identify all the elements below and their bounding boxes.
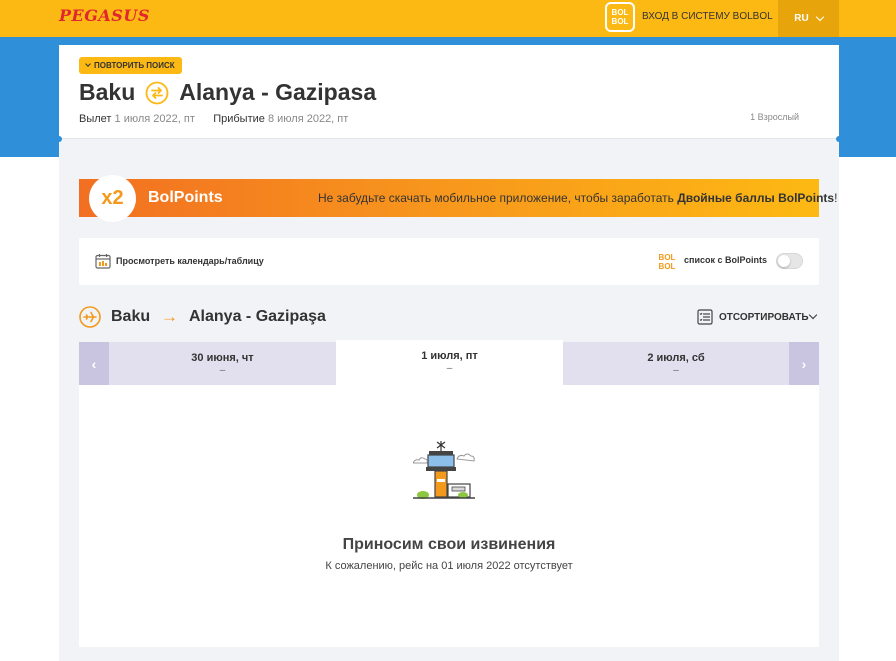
day-tab-price: – xyxy=(446,363,453,374)
sort-icon[interactable] xyxy=(697,309,713,325)
language-label: RU xyxy=(794,13,809,24)
top-bar: PEGASUS BOL BOL ВХОД В СИСТЕМУ BOLBOL RU xyxy=(0,0,896,37)
passenger-count: 1 Взрослый xyxy=(750,112,799,122)
card-edge-dot xyxy=(836,136,842,142)
prev-day-button[interactable]: ‹ xyxy=(79,342,109,385)
day-tab[interactable]: 30 июня, чт – xyxy=(109,342,336,385)
options-row: Просмотреть календарь/таблицу BOL BOL сп… xyxy=(79,238,819,285)
bolbol-logo-text-bottom: BOL xyxy=(658,262,676,271)
plane-icon xyxy=(79,306,101,328)
bolbol-icon-text-bottom: BOL xyxy=(611,17,629,26)
pegasus-logo[interactable]: PEGASUS xyxy=(59,6,150,25)
calendar-view-link[interactable]: Просмотреть календарь/таблицу xyxy=(116,256,264,266)
flight-origin: Baku xyxy=(111,308,151,325)
day-tab-date: 1 июля, пт xyxy=(421,350,478,362)
bolpoints-text-main: Не забудьте скачать мобильное приложение… xyxy=(318,191,678,205)
bolbol-logo-icon: BOL BOL xyxy=(656,251,678,273)
empty-state-message: К сожалению, рейс на 01 июля 2022 отсутс… xyxy=(325,560,573,572)
departure-label: Вылет xyxy=(79,113,112,125)
day-tab-price: – xyxy=(673,365,679,376)
bolbol-login-link[interactable]: ВХОД В СИСТЕМУ BOLBOL xyxy=(642,11,773,22)
sort-button[interactable]: ОТСОРТИРОВАТЬ xyxy=(719,312,809,323)
bolbol-logo-text-top: BOL xyxy=(658,253,676,262)
swap-icon xyxy=(145,81,169,104)
day-tabs: ‹ 30 июня, чт – 1 июля, пт – 2 июля, сб … xyxy=(79,340,819,385)
trip-dates: Вылет 1 июля 2022, пт Прибытие 8 июля 20… xyxy=(79,113,348,125)
control-tower-icon xyxy=(413,441,475,499)
search-summary-card: ПОВТОРИТЬ ПОИСК Baku Alanya - Gazipasa В… xyxy=(59,45,839,139)
bolpoints-text-bold: Двойные баллы BolPoints xyxy=(677,191,835,205)
language-selector[interactable]: RU xyxy=(778,0,839,37)
flight-destination: Alanya - Gazipaşa xyxy=(189,308,326,325)
destination-city: Alanya - Gazipasa xyxy=(179,79,377,105)
chevron-down-icon xyxy=(85,61,91,67)
repeat-search-button[interactable]: ПОВТОРИТЬ ПОИСК xyxy=(79,57,182,74)
bolpoints-list-label: список с BolPoints xyxy=(684,255,767,265)
main-container: ПОВТОРИТЬ ПОИСК Baku Alanya - Gazipasa В… xyxy=(56,45,842,661)
route-title: Baku Alanya - Gazipasa xyxy=(79,79,376,106)
day-tab-date: 30 июня, чт xyxy=(191,352,254,364)
day-tab-price: – xyxy=(219,365,226,376)
day-tab[interactable]: 2 июля, сб – xyxy=(563,342,789,385)
next-day-button[interactable]: › xyxy=(789,342,819,385)
chevron-right-icon: › xyxy=(801,355,807,372)
card-edge-dot xyxy=(56,136,62,142)
bolpoints-text: Не забудьте скачать мобильное приложение… xyxy=(318,191,837,205)
chevron-down-icon xyxy=(815,12,824,21)
bolpoints-list-toggle[interactable] xyxy=(776,253,803,269)
day-tab-active[interactable]: 1 июля, пт – xyxy=(336,340,563,385)
arrival-label: Прибытие xyxy=(213,113,265,125)
departure-date: 1 июля 2022, пт xyxy=(114,113,195,125)
bolpoints-text-end: ! xyxy=(834,191,838,205)
bolbol-icon[interactable]: BOL BOL xyxy=(605,2,635,32)
empty-state-title: Приносим свои извинения xyxy=(342,536,556,553)
arrival-date: 8 июля 2022, пт xyxy=(267,113,349,125)
repeat-search-label: ПОВТОРИТЬ ПОИСК xyxy=(94,61,175,70)
x2-badge: x2 xyxy=(89,175,136,222)
arrow-right-icon: → xyxy=(161,307,178,326)
origin-city: Baku xyxy=(79,79,136,105)
bolpoints-title: BolPoints xyxy=(148,189,223,206)
day-tab-date: 2 июля, сб xyxy=(647,352,705,364)
calendar-icon[interactable] xyxy=(95,253,111,269)
bolpoints-banner[interactable]: x2 BolPoints Не забудьте скачать мобильн… xyxy=(79,175,837,222)
chevron-left-icon: ‹ xyxy=(91,355,97,372)
flight-route-row: Baku → Alanya - Gazipaşa ОТСОРТИРОВАТЬ xyxy=(79,305,819,331)
bolbol-icon-text-top: BOL xyxy=(611,8,629,17)
chevron-down-icon[interactable] xyxy=(808,310,818,320)
results-content: Приносим свои извинения К сожалению, рей… xyxy=(79,385,819,647)
